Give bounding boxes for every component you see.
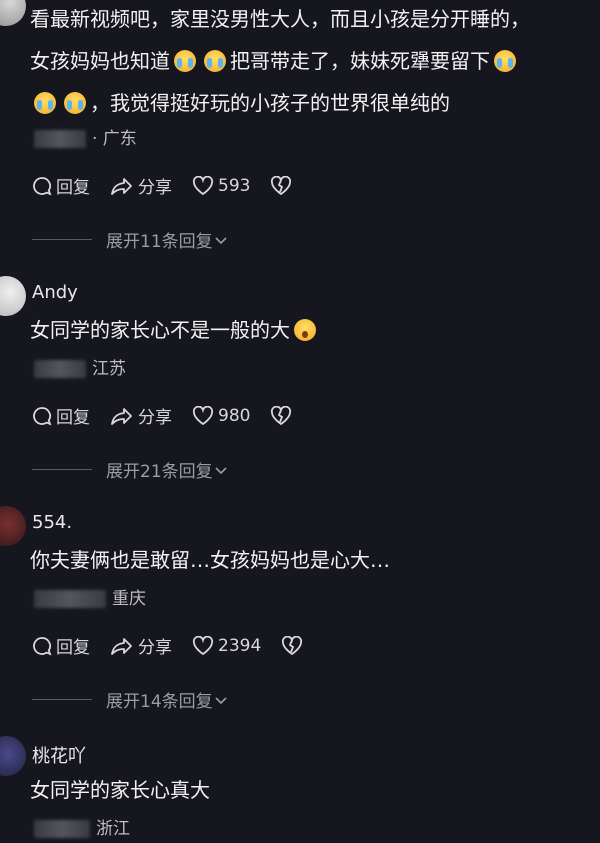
location-label: 浙江: [96, 819, 130, 839]
avatar[interactable]: [0, 276, 26, 316]
share-label: 分享: [138, 638, 172, 658]
reply-label: 回复: [56, 408, 90, 428]
like-count: 593: [218, 175, 251, 196]
reply-label: 回复: [56, 178, 90, 198]
dislike-button[interactable]: [281, 635, 307, 656]
divider-line: [32, 699, 92, 700]
comment-text-segment: ，我觉得挺好玩的小孩子的世界很单纯的: [90, 91, 450, 115]
expand-label: 展开14条回复: [106, 692, 213, 712]
blurred-timestamp: [34, 590, 106, 608]
share-button[interactable]: 分享: [110, 633, 172, 658]
expand-replies[interactable]: 展开14条回复: [32, 687, 229, 712]
broken-heart-icon: [271, 405, 292, 425]
comment-text: 你夫妻俩也是敢留…女孩妈妈也是心大…: [30, 548, 390, 572]
comment-meta: · 广东: [34, 124, 137, 149]
blurred-timestamp: [34, 820, 90, 838]
crying-emoji-icon: [494, 50, 516, 72]
share-arrow-icon: [111, 637, 132, 655]
like-count: 980: [218, 405, 251, 426]
username[interactable]: 554.: [32, 512, 72, 533]
avatar[interactable]: [0, 506, 26, 546]
location-label: 江苏: [92, 359, 126, 379]
blurred-timestamp: [34, 360, 86, 378]
comment-meta: 重庆: [34, 584, 146, 609]
like-button[interactable]: 2394: [192, 635, 262, 656]
comment-text-line-2: 女孩妈妈也知道 把哥带走了，妹妹死犟要留下: [30, 46, 520, 76]
reply-button[interactable]: 回复: [32, 173, 90, 198]
share-arrow-icon: [111, 177, 132, 195]
reply-label: 回复: [56, 638, 90, 658]
like-button[interactable]: 980: [192, 405, 251, 426]
divider-line: [32, 469, 92, 470]
crying-emoji-icon: [34, 92, 56, 114]
share-button[interactable]: 分享: [110, 173, 172, 198]
username[interactable]: Andy: [32, 282, 78, 303]
comment-meta: 江苏: [34, 354, 126, 379]
share-label: 分享: [138, 178, 172, 198]
chevron-down-icon: [215, 696, 227, 704]
comment-text: 女同学的家长心不是一般的大: [30, 315, 320, 345]
broken-heart-icon: [282, 635, 303, 655]
reply-button[interactable]: 回复: [32, 403, 90, 428]
expand-label: 展开21条回复: [106, 462, 213, 482]
speech-bubble-icon: [33, 636, 52, 656]
avatar[interactable]: [0, 736, 26, 776]
share-label: 分享: [138, 408, 172, 428]
laugh-cry-emoji-icon: [204, 50, 226, 72]
chevron-down-icon: [215, 236, 227, 244]
comment-text-line-3: ，我觉得挺好玩的小孩子的世界很单纯的: [30, 88, 450, 118]
chevron-down-icon: [215, 466, 227, 474]
comment-text-segment: 把哥带走了，妹妹死犟要留下: [230, 49, 490, 73]
like-count: 2394: [218, 635, 262, 656]
reply-button[interactable]: 回复: [32, 633, 90, 658]
broken-heart-icon: [271, 175, 292, 195]
expand-replies[interactable]: 展开21条回复: [32, 457, 229, 482]
dislike-button[interactable]: [270, 175, 296, 196]
divider-line: [32, 239, 92, 240]
crying-emoji-icon: [64, 92, 86, 114]
dislike-button[interactable]: [270, 405, 296, 426]
comment-text-line-1: 看最新视频吧，家里没男性大人，而且小孩是分开睡的，: [30, 7, 530, 31]
comment-actions: 回复 分享 593: [32, 173, 316, 198]
comment-actions: 回复 分享 2394: [32, 633, 327, 658]
laugh-cry-emoji-icon: [174, 50, 196, 72]
comment-text: 女同学的家长心真大: [30, 778, 210, 802]
location-label: 重庆: [112, 589, 146, 609]
comment-text-segment: 女孩妈妈也知道: [30, 49, 170, 73]
share-button[interactable]: 分享: [110, 403, 172, 428]
like-button[interactable]: 593: [192, 175, 251, 196]
comment-meta: 浙江: [34, 814, 130, 839]
username[interactable]: 桃花吖: [32, 742, 86, 768]
comment-actions: 回复 分享 980: [32, 403, 316, 428]
location-label: · 广东: [92, 129, 137, 149]
heart-icon: [192, 405, 214, 425]
avatar[interactable]: [0, 0, 26, 26]
comment-text-segment: 女同学的家长心不是一般的大: [30, 318, 290, 342]
heart-icon: [192, 175, 214, 195]
share-arrow-icon: [111, 407, 132, 425]
speech-bubble-icon: [33, 406, 52, 426]
expand-replies[interactable]: 展开11条回复: [32, 227, 229, 252]
heart-icon: [192, 635, 214, 655]
blurred-timestamp: [34, 130, 86, 148]
expand-label: 展开11条回复: [106, 232, 213, 252]
speech-bubble-icon: [33, 176, 52, 196]
shocked-emoji-icon: [294, 319, 316, 341]
